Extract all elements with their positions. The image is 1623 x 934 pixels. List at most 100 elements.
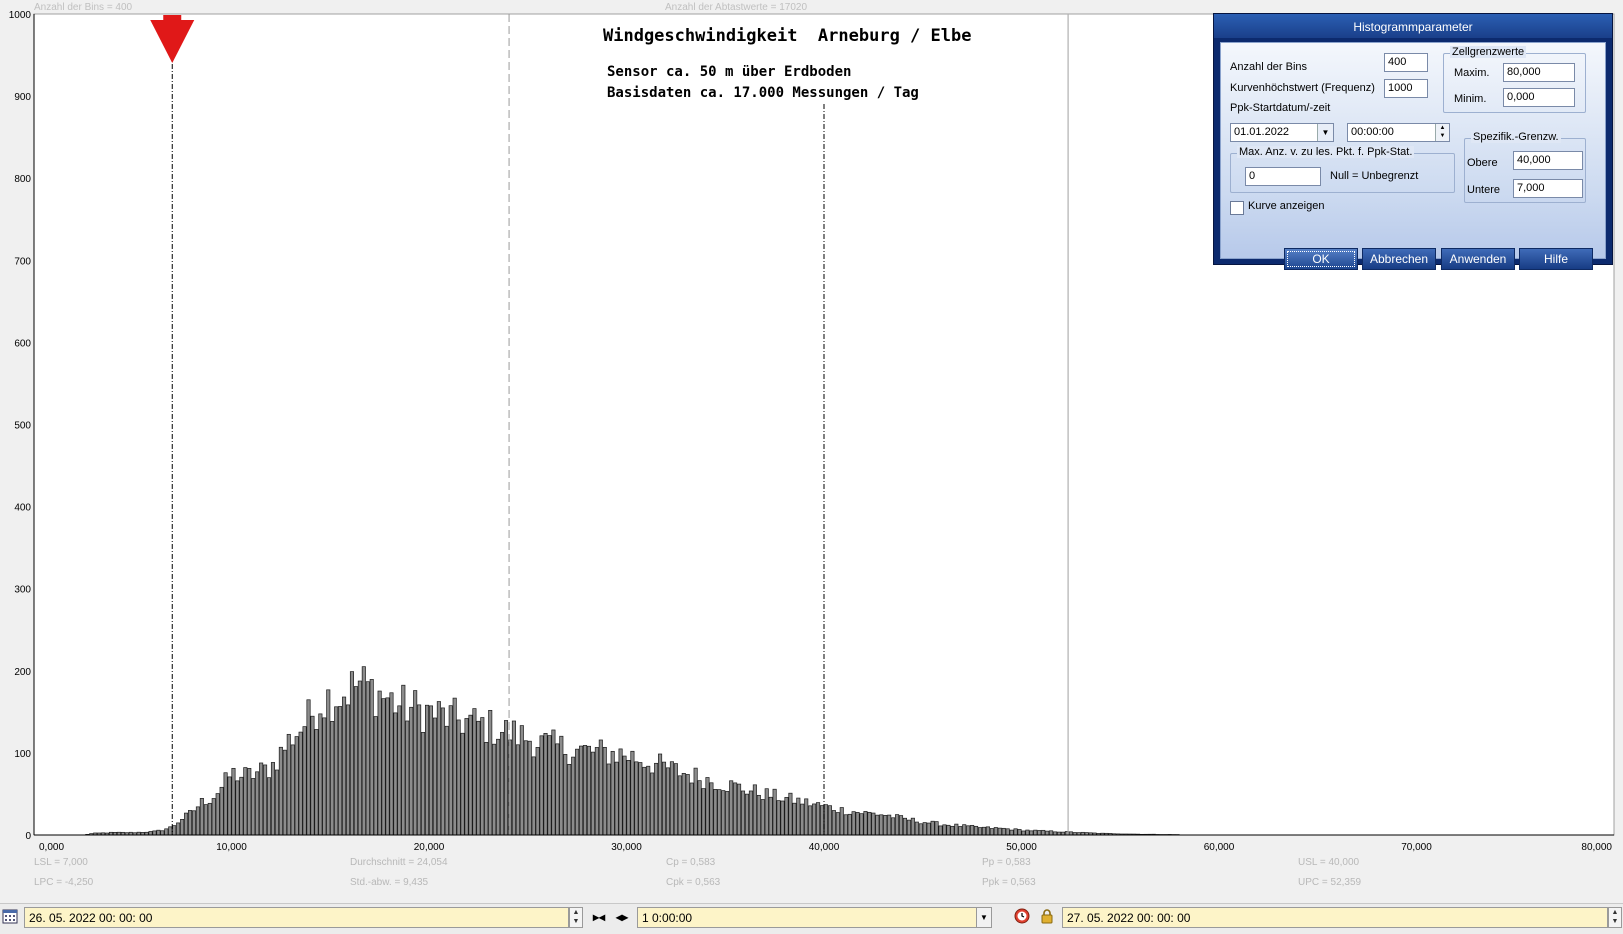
histogram-bar bbox=[200, 798, 203, 835]
chevron-down-icon[interactable]: ▼ bbox=[976, 908, 991, 927]
histogram-bar bbox=[560, 736, 563, 835]
histogram-bar bbox=[706, 778, 709, 836]
histogram-bar bbox=[627, 760, 630, 835]
end-datetime-field[interactable]: 27. 05. 2022 00: 00: 00 bbox=[1062, 907, 1608, 928]
histogram-bar bbox=[267, 778, 270, 835]
start-datetime-field[interactable]: 26. 05. 2022 00: 00: 00 bbox=[24, 907, 569, 928]
calendar-icon[interactable] bbox=[1, 908, 19, 926]
histogram-bar bbox=[496, 739, 499, 835]
null-unlimited-label: Null = Unbegrenzt bbox=[1330, 170, 1418, 182]
histogram-bar bbox=[591, 752, 594, 835]
time-spin-icon[interactable]: ▲▼ bbox=[1435, 124, 1449, 141]
histogram-bar bbox=[406, 721, 409, 835]
histogram-bar bbox=[165, 829, 168, 835]
histogram-bar bbox=[212, 798, 215, 835]
x-tick-label: 40,000 bbox=[809, 842, 840, 853]
histogram-bar bbox=[931, 821, 934, 835]
bins-label: Anzahl der Bins bbox=[1230, 61, 1307, 73]
x-tick-label: 0,000 bbox=[39, 842, 64, 853]
histogram-bar bbox=[532, 757, 535, 835]
histogram-bar bbox=[481, 718, 484, 835]
histogram-bar bbox=[963, 825, 966, 835]
histogram-bar bbox=[1022, 831, 1025, 835]
end-datetime-spinner[interactable]: ▲▼ bbox=[1608, 907, 1622, 928]
show-curve-label[interactable]: Kurve anzeigen bbox=[1248, 200, 1324, 212]
stat-mean: Durchschnitt = 24,054 bbox=[350, 857, 448, 868]
min-input[interactable]: 0,000 bbox=[1503, 88, 1575, 107]
histogram-bar bbox=[208, 803, 211, 835]
x-tick-label: 20,000 bbox=[414, 842, 445, 853]
ok-button[interactable]: OK bbox=[1284, 248, 1358, 270]
histogram-bar bbox=[749, 791, 752, 835]
histogram-bar bbox=[690, 783, 693, 835]
histogram-bar bbox=[702, 789, 705, 835]
interval-value: 1 0:00:00 bbox=[642, 911, 692, 925]
histogram-bar bbox=[686, 774, 689, 835]
histogram-bar bbox=[753, 785, 756, 835]
histogram-bar bbox=[757, 795, 760, 835]
upper-input[interactable]: 40,000 bbox=[1513, 151, 1583, 170]
histogram-bar bbox=[836, 813, 839, 835]
histogram-bar bbox=[303, 727, 306, 835]
histogram-bar bbox=[500, 732, 503, 835]
lower-input[interactable]: 7,000 bbox=[1513, 179, 1583, 198]
histogram-bar bbox=[816, 803, 819, 835]
start-datetime-spinner[interactable]: ▲▼ bbox=[569, 907, 583, 928]
stat-pp: Pp = 0,583 bbox=[982, 857, 1031, 868]
help-button[interactable]: Hilfe bbox=[1519, 248, 1593, 270]
cancel-button[interactable]: Abbrechen bbox=[1362, 248, 1436, 270]
freq-input[interactable]: 1000 bbox=[1384, 79, 1428, 98]
max-points-input[interactable]: 0 bbox=[1245, 167, 1321, 186]
upper-label: Obere bbox=[1467, 157, 1498, 169]
histogram-bar bbox=[188, 810, 191, 835]
dialog-title[interactable]: Histogrammparameter bbox=[1214, 14, 1612, 38]
histogram-bar bbox=[192, 811, 195, 835]
stat-ppk: Ppk = 0,563 bbox=[982, 877, 1036, 888]
histogram-bar bbox=[331, 721, 334, 835]
lock-icon[interactable] bbox=[1038, 908, 1056, 926]
histogram-bar bbox=[453, 698, 456, 835]
histogram-bar bbox=[390, 693, 393, 835]
stat-cpk: Cpk = 0,563 bbox=[666, 877, 720, 888]
histogram-bar bbox=[402, 685, 405, 835]
chevron-down-icon[interactable]: ▼ bbox=[1317, 124, 1333, 141]
clock-icon[interactable] bbox=[1013, 908, 1031, 926]
histogram-bar bbox=[252, 778, 255, 835]
y-tick-label: 100 bbox=[14, 749, 31, 760]
apply-button[interactable]: Anwenden bbox=[1441, 248, 1515, 270]
histogram-bar bbox=[433, 718, 436, 835]
histogram-bar bbox=[718, 790, 721, 835]
start-time-input[interactable]: 00:00:00 ▲▼ bbox=[1347, 123, 1450, 142]
histogram-bar bbox=[828, 806, 831, 835]
max-label: Maxim. bbox=[1454, 67, 1489, 79]
histogram-bar bbox=[311, 716, 314, 835]
histogram-bar bbox=[781, 801, 784, 835]
histogram-bar bbox=[674, 764, 677, 835]
start-date-select[interactable]: 01.01.2022 ▼ bbox=[1230, 123, 1334, 142]
histogram-bar bbox=[425, 705, 428, 835]
histogram-bar bbox=[370, 679, 373, 835]
compress-icon[interactable]: ▸◂ bbox=[589, 908, 609, 926]
histogram-bar bbox=[315, 729, 318, 835]
histogram-bar bbox=[967, 826, 970, 835]
x-tick-label: 80,000 bbox=[1581, 842, 1612, 853]
bins-input[interactable]: 400 bbox=[1384, 53, 1428, 72]
show-curve-checkbox[interactable] bbox=[1230, 201, 1244, 215]
interval-select[interactable]: 1 0:00:00 ▼ bbox=[637, 907, 992, 928]
histogram-bar bbox=[382, 699, 385, 835]
histogram-bar bbox=[982, 827, 985, 835]
histogram-bar bbox=[477, 721, 480, 835]
histogram-bar bbox=[410, 707, 413, 835]
max-input[interactable]: 80,000 bbox=[1503, 63, 1575, 82]
histogram-bar bbox=[741, 791, 744, 835]
expand-icon[interactable]: ◂▸ bbox=[612, 908, 632, 926]
spec-limits-title: Spezifik.-Grenzw. bbox=[1471, 131, 1561, 143]
histogram-bar bbox=[595, 747, 598, 835]
histogram-bar bbox=[204, 805, 207, 835]
chart-subtitle-basis: Basisdaten ca. 17.000 Messungen / Tag bbox=[607, 85, 919, 101]
histogram-bar bbox=[639, 763, 642, 835]
freq-label: Kurvenhöchstwert (Frequenz) bbox=[1230, 82, 1375, 94]
histogram-bar bbox=[516, 745, 519, 835]
histogram-bar bbox=[789, 793, 792, 835]
histogram-bar bbox=[805, 799, 808, 835]
